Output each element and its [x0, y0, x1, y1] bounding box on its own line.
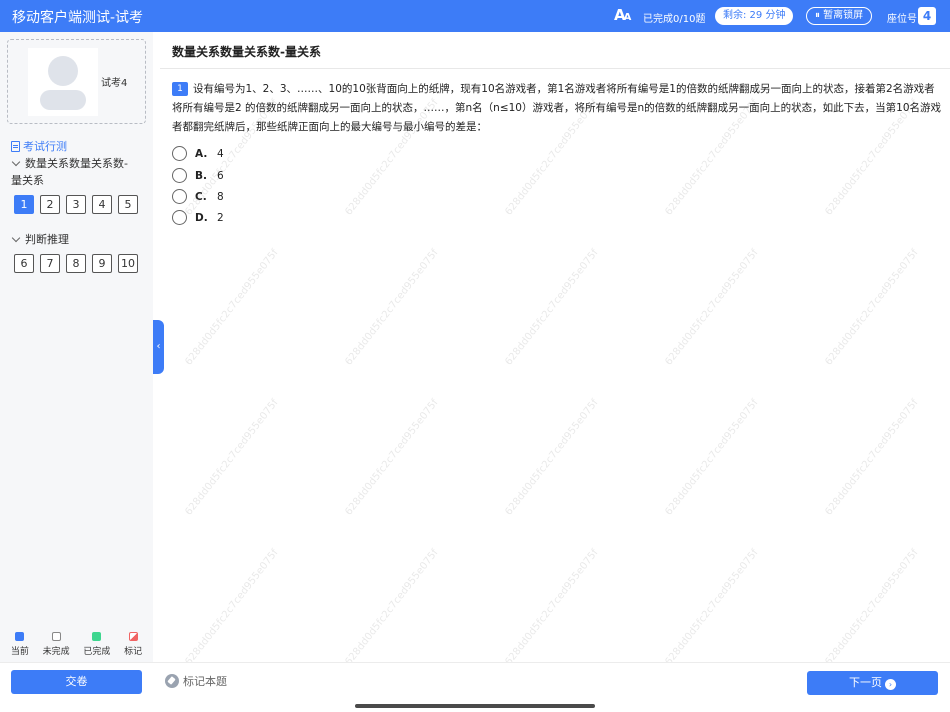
section-label: 判断推理: [25, 233, 69, 246]
top-bar: 移动客户端测试-试考 AA 已完成0/10题 剩余: 29 分钟 ⏸ 暂离锁屏 …: [0, 0, 950, 32]
question-button-1[interactable]: 1: [14, 195, 34, 214]
legend-label: 当前: [10, 647, 29, 657]
question-button-5[interactable]: 5: [118, 195, 138, 214]
question-button-4[interactable]: 4: [92, 195, 112, 214]
unfinished-swatch-icon: [51, 632, 61, 641]
mark-question-button[interactable]: 标记本题: [165, 673, 227, 689]
option-value: 8: [217, 190, 224, 203]
app-title: 移动客户端测试-试考: [12, 10, 144, 26]
option-b[interactable]: B. 6: [172, 168, 224, 183]
question-text: 1 设有编号为1、2、3、……、10的10张背面向上的纸牌，现有10名游戏者，第1…: [172, 80, 942, 137]
option-letter: D.: [195, 211, 208, 224]
radio-icon[interactable]: [172, 168, 187, 183]
watermark-text: 628dd0d5fc2c7ced955e075f: [663, 397, 761, 518]
watermark-text: 628dd0d5fc2c7ced955e075f: [343, 547, 441, 668]
question-number-badge: 1: [172, 82, 188, 96]
profile-name: 试考4: [101, 78, 128, 89]
next-page-label: 下一页: [849, 676, 882, 689]
home-indicator[interactable]: [355, 704, 595, 708]
section-label-cont: 量关系: [11, 174, 44, 187]
question-button-9[interactable]: 9: [92, 254, 112, 273]
radio-icon[interactable]: [172, 189, 187, 204]
radio-icon[interactable]: [172, 210, 187, 225]
exam-name-label: 考试行测: [23, 140, 67, 153]
chevron-down-icon: [11, 233, 21, 243]
done-swatch-icon: [92, 632, 102, 641]
status-legend: 当前 未完成 已完成 标记: [0, 632, 153, 657]
bottom-bar: 交卷 标记本题 下一页 ›: [0, 662, 950, 712]
option-value: 2: [217, 211, 224, 224]
question-button-10[interactable]: 10: [118, 254, 138, 273]
question-button-6[interactable]: 6: [14, 254, 34, 273]
legend-label: 未完成: [42, 647, 70, 657]
marked-swatch-icon: [128, 632, 138, 641]
question-stem: 设有编号为1、2、3、……、10的10张背面向上的纸牌，现有10名游戏者，第1名…: [172, 83, 941, 133]
progress-text: 已完成0/10题: [643, 14, 706, 25]
font-size-icon[interactable]: AA: [614, 6, 631, 24]
option-letter: C.: [195, 190, 207, 203]
legend-label: 标记: [124, 647, 143, 657]
question-panel: 628dd0d5fc2c7ced955e075f 628dd0d5fc2c7ced…: [160, 32, 950, 668]
watermark-text: 628dd0d5fc2c7ced955e075f: [503, 547, 601, 668]
watermark-text: 628dd0d5fc2c7ced955e075f: [823, 397, 921, 518]
watermark-text: 628dd0d5fc2c7ced955e075f: [183, 247, 281, 368]
seat-number: 4: [918, 7, 936, 25]
legend-marked: 标记: [124, 632, 142, 657]
watermark-text: 628dd0d5fc2c7ced955e075f: [663, 247, 761, 368]
watermark-text: 628dd0d5fc2c7ced955e075f: [183, 547, 281, 668]
section-title: 数量关系数量关系数-量关系: [172, 45, 321, 59]
timer-badge: 剩余: 29 分钟: [715, 7, 794, 25]
legend-current: 当前: [11, 632, 29, 657]
legend-unfinished: 未完成: [43, 632, 70, 657]
question-buttons-section-1: 1 2 3 4 5: [14, 195, 138, 214]
option-value: 6: [217, 169, 224, 182]
section-toggle-quantity[interactable]: 数量关系数量关系数- 量关系: [11, 155, 128, 189]
seat-label: 座位号: [887, 14, 917, 25]
sidebar: 试考4 考试行测 数量关系数量关系数- 量关系 1 2 3 4 5 判断推理 6…: [0, 32, 153, 662]
watermark-text: 628dd0d5fc2c7ced955e075f: [343, 247, 441, 368]
mark-question-label: 标记本题: [183, 675, 227, 688]
section-label: 数量关系数量关系数-: [25, 157, 128, 170]
pin-icon: [165, 674, 179, 688]
legend-label: 已完成: [83, 647, 111, 657]
question-button-8[interactable]: 8: [66, 254, 86, 273]
option-c[interactable]: C. 8: [172, 189, 224, 204]
legend-done: 已完成: [83, 632, 110, 657]
option-d[interactable]: D. 2: [172, 210, 224, 225]
profile-card: 试考4: [7, 39, 146, 124]
watermark-text: 628dd0d5fc2c7ced955e075f: [823, 547, 921, 668]
radio-icon[interactable]: [172, 146, 187, 161]
avatar: [28, 48, 98, 116]
section-toggle-reasoning[interactable]: 判断推理: [11, 231, 69, 248]
avatar-head-icon: [48, 56, 78, 86]
question-button-7[interactable]: 7: [40, 254, 60, 273]
pause-lock-button[interactable]: ⏸ 暂离锁屏: [806, 7, 873, 25]
question-buttons-section-2: 6 7 8 9 10: [14, 254, 138, 273]
next-page-button[interactable]: 下一页 ›: [807, 671, 938, 695]
watermark-text: 628dd0d5fc2c7ced955e075f: [663, 547, 761, 668]
exam-name: 考试行测: [11, 138, 67, 154]
document-icon: [11, 140, 20, 152]
watermark-text: 628dd0d5fc2c7ced955e075f: [343, 397, 441, 518]
option-value: 4: [217, 147, 224, 160]
submit-exam-button[interactable]: 交卷: [11, 670, 142, 694]
divider: [160, 68, 950, 69]
watermark-text: 628dd0d5fc2c7ced955e075f: [503, 397, 601, 518]
watermark-text: 628dd0d5fc2c7ced955e075f: [823, 247, 921, 368]
watermark-text: 628dd0d5fc2c7ced955e075f: [183, 397, 281, 518]
question-button-2[interactable]: 2: [40, 195, 60, 214]
question-button-3[interactable]: 3: [66, 195, 86, 214]
chevron-down-icon: [11, 157, 21, 167]
current-swatch-icon: [15, 632, 25, 641]
option-letter: A.: [195, 147, 208, 160]
arrow-right-icon: ›: [885, 679, 896, 690]
avatar-body-icon: [40, 90, 86, 110]
option-letter: B.: [195, 169, 207, 182]
option-a[interactable]: A. 4: [172, 146, 224, 161]
watermark-text: 628dd0d5fc2c7ced955e075f: [503, 247, 601, 368]
